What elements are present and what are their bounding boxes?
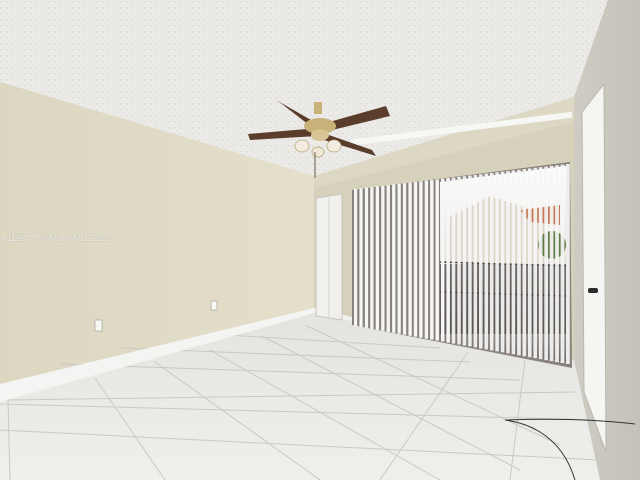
door-handle[interactable] [588,288,598,293]
blind-slat[interactable] [457,176,461,345]
blind-slat[interactable] [549,165,554,362]
fan-light [294,139,310,153]
blind-slat[interactable] [370,187,374,329]
blind-slat[interactable] [527,168,532,358]
blind-slat[interactable] [451,177,456,344]
blind-slat[interactable] [500,171,505,353]
blind-slat[interactable] [381,185,385,331]
blind-slat[interactable] [359,188,363,327]
blind-slat[interactable] [468,175,472,347]
blind-slat[interactable] [397,183,401,334]
blind-slat[interactable] [354,189,358,326]
fan-light [326,139,342,153]
blind-slat[interactable] [517,169,521,356]
blind-slat[interactable] [419,181,423,338]
room-photo: A1169775 © Miami MLS 2025 [0,0,640,480]
blind-slat[interactable] [386,185,390,332]
blind-slat[interactable] [495,172,499,352]
blind-slat[interactable] [506,171,510,354]
blind-slat[interactable] [430,180,434,340]
fan-light [311,146,325,158]
blind-slat[interactable] [489,173,494,351]
blind-slat[interactable] [441,178,445,342]
blind-slat[interactable] [446,178,450,343]
blind-slat[interactable] [511,170,516,355]
blind-slat[interactable] [566,164,570,364]
blind-slat[interactable] [484,173,489,350]
blind-slat[interactable] [473,174,478,348]
blind-slat[interactable] [533,167,538,359]
blind-slat[interactable] [544,166,548,361]
blind-slat[interactable] [555,165,559,363]
mls-watermark: A1169775 © Miami MLS 2025 [2,234,111,243]
entry-door[interactable] [581,82,607,453]
blind-slat[interactable] [402,183,407,335]
electrical-outlet [210,300,218,311]
blind-slat[interactable] [435,179,439,341]
blind-slat[interactable] [392,184,396,333]
blind-slat[interactable] [479,174,483,349]
blind-slat[interactable] [375,186,379,330]
blind-slat[interactable] [408,182,412,336]
blind-slat[interactable] [462,176,467,346]
blind-slat[interactable] [522,169,527,357]
blind-slat[interactable] [560,164,565,363]
closet-door[interactable] [315,193,343,321]
blind-slat[interactable] [538,167,543,360]
electrical-outlet [94,319,103,332]
blind-slat[interactable] [424,180,429,339]
blind-slat[interactable] [413,181,418,337]
blind-slat[interactable] [364,187,369,328]
